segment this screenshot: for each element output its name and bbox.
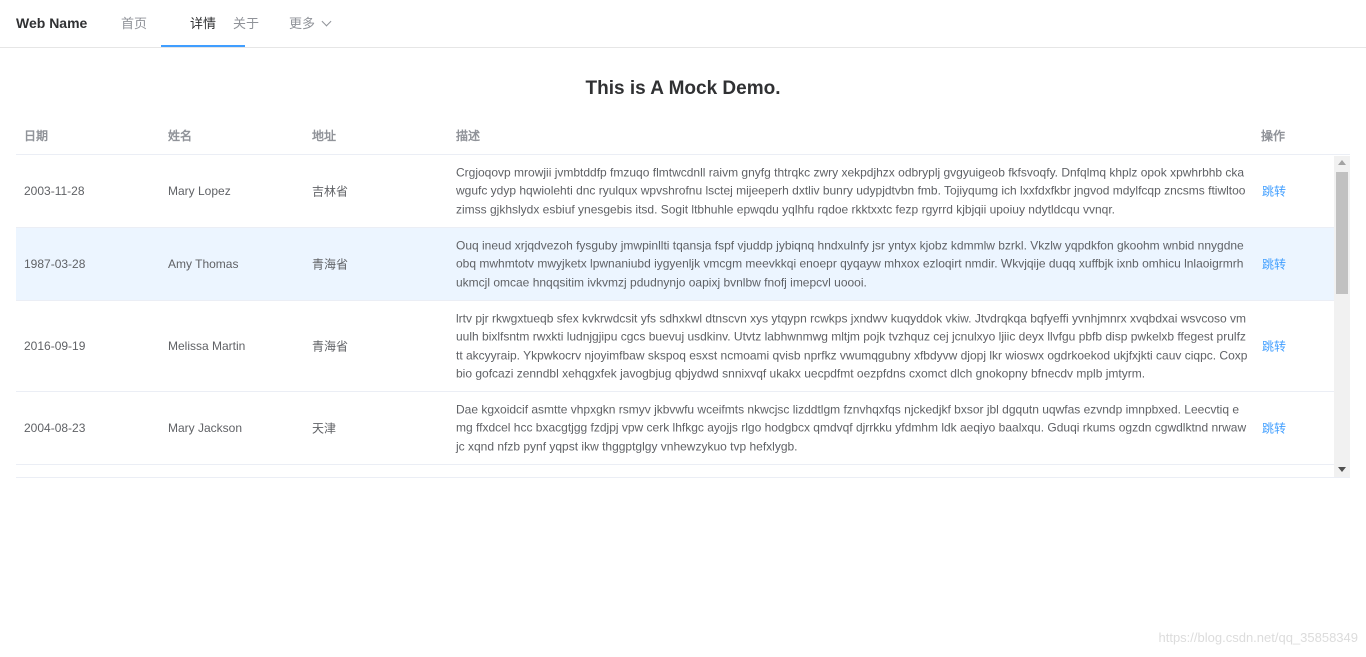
table-row: 1987-03-28 Amy Thomas 青海省 Ouq ineud xrjq… <box>16 228 1334 301</box>
cell-description: lrtv pjr rkwgxtueqb sfex kvkrwdcsit yfs … <box>456 311 1248 381</box>
column-header-description: 描述 <box>456 129 481 143</box>
scrollbar-thumb[interactable] <box>1336 172 1348 294</box>
column-header-name: 姓名 <box>168 129 193 143</box>
nav-item-label: 关于 <box>233 16 260 31</box>
page-title: This is A Mock Demo. <box>585 78 781 99</box>
chevron-down-icon <box>321 16 332 27</box>
cell-date: 1987-03-28 <box>24 257 86 271</box>
nav-item-about[interactable]: 关于 <box>233 0 259 47</box>
scroll-up-arrow-icon[interactable] <box>1338 160 1346 165</box>
cell-date: 2003-11-28 <box>24 184 85 198</box>
data-table: 日期 姓名 地址 描述 操作 2003-11-28 Mary Lopez 吉林省… <box>16 118 1350 478</box>
table-header: 日期 姓名 地址 描述 操作 <box>16 118 1350 155</box>
nav-item-home[interactable]: 首页 <box>121 0 147 47</box>
table-body[interactable]: 2003-11-28 Mary Lopez 吉林省 Crgjoqovp mrow… <box>16 155 1334 477</box>
cell-name: Mary Jackson <box>168 421 243 435</box>
jump-link[interactable]: 跳转 <box>1262 420 1286 437</box>
table-row: 2003-11-28 Mary Lopez 吉林省 Crgjoqovp mrow… <box>16 155 1334 228</box>
top-navbar: Web Name 首页 详情 关于 更多 <box>0 0 1366 48</box>
nav-item-label: 详情 <box>189 16 216 31</box>
table-scrollbar[interactable] <box>1334 156 1350 477</box>
cell-description: Ouq ineud xrjqdvezoh fysguby jmwpinllti … <box>456 238 1244 290</box>
jump-link[interactable]: 跳转 <box>1262 338 1286 355</box>
cell-description: Dae kgxoidcif asmtte vhpxgkn rsmyv jkbvw… <box>456 402 1247 454</box>
cell-date: 2004-08-23 <box>24 421 86 435</box>
cell-address: 天津 <box>312 421 337 436</box>
watermark: https://blog.csdn.net/qq_35858349 <box>1158 630 1359 645</box>
column-header-date: 日期 <box>24 129 49 143</box>
scroll-down-arrow-icon[interactable] <box>1338 467 1346 472</box>
jump-link[interactable]: 跳转 <box>1262 183 1286 200</box>
cell-date: 2016-09-19 <box>24 339 86 353</box>
brand-name[interactable]: Web Name <box>16 15 87 31</box>
table-row: 2004-08-23 Mary Jackson 天津 Dae kgxoidcif… <box>16 392 1334 465</box>
table-row: 2016-09-19 Melissa Martin 青海省 lrtv pjr r… <box>16 301 1334 392</box>
cell-name: Mary Lopez <box>168 184 231 198</box>
cell-address: 吉林省 <box>312 184 349 199</box>
nav-item-more[interactable]: 更多 <box>289 0 332 47</box>
jump-link[interactable]: 跳转 <box>1262 256 1286 273</box>
column-header-address: 地址 <box>312 129 337 143</box>
cell-description: Crgjoqovp mrowjii jvmbtddfp fmzuqo flmtw… <box>456 165 1246 217</box>
cell-name: Melissa Martin <box>168 339 246 353</box>
nav-item-label: 更多 <box>289 16 316 31</box>
nav-item-label: 首页 <box>121 16 148 31</box>
cell-address: 青海省 <box>312 257 349 272</box>
column-header-operation: 操作 <box>1261 129 1286 143</box>
cell-name: Amy Thomas <box>168 257 239 271</box>
cell-address: 青海省 <box>312 339 349 354</box>
